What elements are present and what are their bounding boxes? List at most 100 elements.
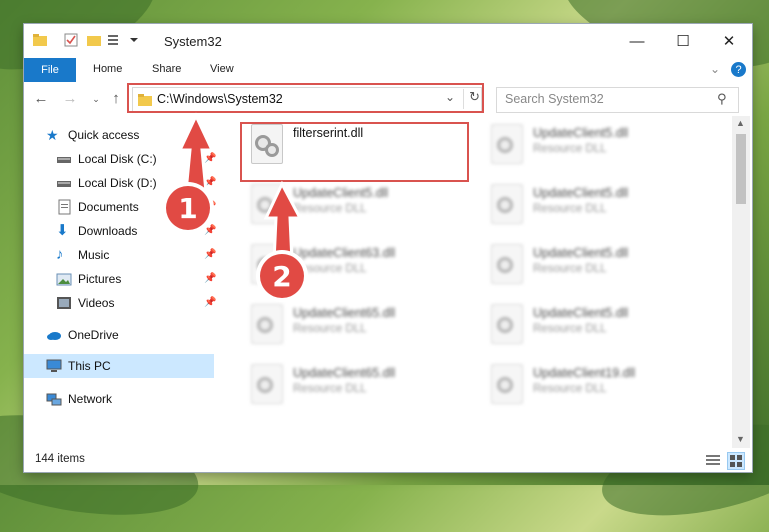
pin-icon[interactable]: 📌 (204, 249, 216, 260)
title-bar: System32 — ☐ ✕ (24, 24, 752, 58)
sidebar-item-label: Downloads (78, 224, 138, 238)
vertical-scrollbar[interactable]: ▲ ▼ (732, 116, 750, 448)
file-item[interactable]: UpdateClient5.dll Resource DLL (479, 298, 699, 348)
file-type: Resource DLL (293, 203, 367, 215)
large-icons-view-icon[interactable] (727, 452, 745, 470)
search-input[interactable]: Search System32 ⚲ (496, 87, 739, 113)
step-1-badge: 1 (166, 186, 210, 230)
file-item[interactable]: UpdateClient5.dll Resource DLL (239, 178, 459, 228)
step-2-badge: 2 (260, 254, 304, 298)
cloud-icon (46, 327, 62, 343)
scroll-down-icon[interactable]: ▼ (736, 434, 745, 444)
sidebar-item-pictures[interactable]: Pictures (56, 268, 121, 290)
star-icon: ★ (46, 127, 59, 143)
sidebar-item-local-disk-c[interactable]: Local Disk (C:) (56, 148, 157, 170)
search-placeholder: Search System32 (505, 92, 604, 106)
help-icon[interactable]: ? (731, 62, 746, 77)
sidebar-item-label: Videos (78, 296, 115, 310)
tab-file[interactable]: File (24, 58, 76, 82)
sidebar-item-label: OneDrive (68, 328, 119, 342)
search-icon[interactable]: ⚲ (717, 91, 727, 107)
sidebar-item-documents[interactable]: Documents (56, 196, 139, 218)
pin-icon[interactable]: 📌 (204, 297, 216, 308)
forward-arrow-icon[interactable]: → (60, 90, 80, 107)
back-arrow-icon[interactable]: ← (31, 90, 51, 107)
file-item[interactable]: UpdateClient65.dll Resource DLL (239, 298, 459, 348)
tab-home[interactable]: Home (93, 63, 122, 75)
sidebar-item-label: Pictures (78, 272, 122, 286)
pictures-icon (56, 271, 72, 287)
details-view-icon[interactable] (705, 453, 721, 467)
sidebar-item-network[interactable]: Network (46, 388, 112, 410)
tab-view[interactable]: View (210, 63, 234, 75)
sidebar-item-music[interactable]: ♪ Music (56, 244, 109, 266)
status-bar: 144 items (24, 448, 752, 472)
address-bar-highlight (127, 83, 484, 113)
dll-file-icon (251, 184, 283, 224)
file-item[interactable]: UpdateClient65.dll Resource DLL (239, 358, 459, 408)
sidebar-item-quick-access[interactable]: ★ Quick access (46, 124, 139, 146)
scrollbar-thumb[interactable] (736, 134, 746, 204)
file-item[interactable]: UpdateClient19.dll Resource DLL (479, 358, 699, 408)
sidebar-item-onedrive[interactable]: OneDrive (46, 324, 119, 346)
file-item[interactable]: UpdateClient5.dll Resource DLL (479, 238, 699, 288)
dll-file-icon (251, 364, 283, 404)
sidebar-item-label: This PC (68, 359, 111, 373)
file-name: UpdateClient5.dll (533, 126, 629, 140)
file-name: UpdateClient65.dll (293, 366, 396, 380)
dll-file-icon (491, 364, 523, 404)
sidebar-item-this-pc[interactable]: This PC (46, 355, 111, 377)
sidebar-item-local-disk-d[interactable]: Local Disk (D:) (56, 172, 157, 194)
drive-icon (56, 175, 72, 191)
properties-icon[interactable] (64, 33, 78, 47)
network-icon (46, 391, 62, 407)
file-name: UpdateClient65.dll (293, 306, 396, 320)
file-highlight (240, 122, 469, 182)
dll-file-icon (251, 304, 283, 344)
sidebar-item-label: Documents (78, 200, 139, 214)
pin-icon[interactable]: 📌 (204, 273, 216, 284)
file-name: UpdateClient63.dll (293, 246, 396, 260)
videos-icon (56, 295, 72, 311)
maximize-button[interactable]: ☐ (660, 24, 706, 58)
music-icon: ♪ (56, 246, 64, 263)
new-folder-icon[interactable] (87, 33, 101, 47)
customize-toolbar-icon[interactable] (108, 33, 138, 47)
dll-file-icon (491, 124, 523, 164)
file-type: Resource DLL (293, 323, 367, 335)
close-button[interactable]: ✕ (706, 24, 752, 58)
pin-icon[interactable]: 📌 (204, 177, 216, 188)
file-type: Resource DLL (293, 263, 367, 275)
dll-file-icon (491, 304, 523, 344)
up-arrow-icon[interactable]: ↑ (106, 90, 126, 107)
file-name: UpdateClient19.dll (533, 366, 636, 380)
file-type: Resource DLL (533, 263, 607, 275)
sidebar-item-label: Network (68, 392, 113, 406)
recent-locations-icon[interactable]: ⌄ (86, 94, 106, 105)
minimize-button[interactable]: — (614, 24, 660, 58)
pin-icon[interactable]: 📌 (204, 225, 216, 236)
chevron-down-icon[interactable]: ⌄ (710, 62, 720, 76)
sidebar-item-label: Quick access (68, 128, 140, 142)
file-item[interactable]: UpdateClient5.dll Resource DLL (479, 178, 699, 228)
window-title: System32 (164, 34, 222, 49)
file-type: Resource DLL (533, 323, 607, 335)
downloads-icon: ⬇ (56, 222, 69, 239)
dll-file-icon (491, 184, 523, 224)
tab-share[interactable]: Share (152, 63, 181, 75)
ribbon: File Home Share View ⌄ ? (24, 58, 752, 83)
sidebar-item-downloads[interactable]: ⬇ Downloads (56, 220, 137, 242)
sidebar-item-label: Local Disk (D:) (78, 176, 157, 190)
scroll-up-icon[interactable]: ▲ (736, 118, 745, 128)
navigation-pane: ★ Quick access Local Disk (C:) 📌 Local D… (24, 116, 218, 448)
computer-icon (46, 358, 62, 374)
sidebar-item-videos[interactable]: Videos (56, 292, 114, 314)
file-type: Resource DLL (533, 203, 607, 215)
file-item[interactable]: UpdateClient5.dll Resource DLL (479, 118, 699, 168)
drive-icon (56, 151, 72, 167)
dll-file-icon (491, 244, 523, 284)
pin-icon[interactable]: 📌 (204, 153, 216, 164)
file-type: Resource DLL (533, 383, 607, 395)
file-name: UpdateClient5.dll (533, 186, 629, 200)
file-name: UpdateClient5.dll (533, 246, 629, 260)
